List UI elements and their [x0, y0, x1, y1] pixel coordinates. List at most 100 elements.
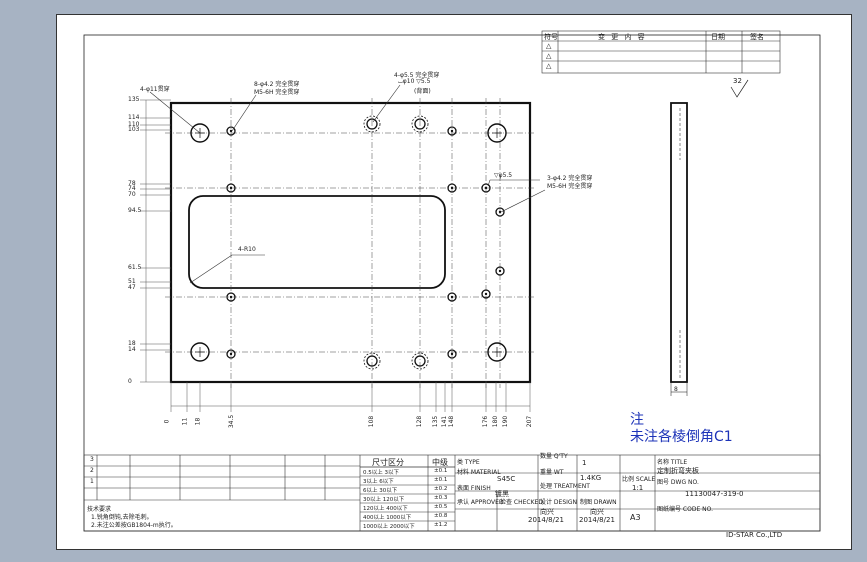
tol-size-4: 120以上 400以下	[363, 506, 408, 512]
tol-size-1: 3以上 6以下	[363, 479, 394, 485]
bottom-dim-8: 148	[448, 415, 456, 428]
tb-qty-value: 1	[582, 459, 587, 467]
bottom-dim-6: 135	[432, 415, 440, 428]
tol-value-6: ±1.2	[434, 522, 448, 528]
tb-design-label: 设计 DESIGN	[540, 499, 578, 506]
callout-side-3: M5-6H 完全贯穿	[547, 183, 593, 190]
bottom-dim-12: 207	[526, 415, 534, 428]
drawing-notes: 注 未注各棱倒角C1	[630, 412, 733, 446]
tol-value-4: ±0.5	[434, 504, 448, 510]
tb-scale-value: 1:1	[632, 484, 644, 492]
left-dim-13: 0	[128, 378, 132, 385]
tb-checked: 检查 CHECKED	[500, 499, 543, 506]
drawing-viewport: 符号 变 更 内 容 日期 签名 △ △ △ 32 4-φ11贯穿 8-φ4.2…	[0, 0, 867, 562]
bottom-dim-11: 190	[502, 415, 510, 428]
tol-size-6: 1000以上 2000以下	[363, 524, 415, 530]
callout-radius: 4-R10	[238, 246, 256, 253]
tb-finish-label: 表面 FINISH	[457, 485, 491, 492]
bottom-dim-3: 34.5	[228, 414, 236, 429]
left-dim-8: 61.5	[128, 264, 142, 271]
left-dim-1: 114	[128, 114, 140, 121]
tapped-hole-center	[498, 210, 502, 214]
tb-title-value: 定制折弯夹板	[657, 467, 699, 475]
tapped-hole-center	[498, 269, 502, 273]
callout-side-1: ▽φ5.5	[494, 172, 513, 179]
tb-treatment-label: 处理 TREATMENT	[540, 483, 590, 490]
row-number-2: 2	[90, 467, 94, 474]
bottom-dim-5: 128	[416, 415, 424, 428]
roughness-value: 32	[733, 77, 742, 85]
tb-drawn-date: 2014/8/21	[579, 516, 615, 524]
note-chamfer: 未注各棱倒角C1	[630, 429, 733, 445]
tb-code-label: 图纸编号 CODE NO.	[657, 506, 714, 513]
left-dim-12: 14	[128, 346, 136, 353]
hole-group	[190, 115, 507, 370]
bottom-dimension-lines	[170, 382, 531, 412]
left-dim-7: 94.5	[128, 207, 142, 214]
tb-material-label: 材料 MATERIAL	[457, 469, 501, 476]
rev-col-date: 日期	[711, 33, 725, 41]
tapped-hole-center	[484, 292, 488, 296]
tb-type-label: 类 TYPE	[457, 459, 480, 466]
tol-size-3: 30以上 120以下	[363, 497, 405, 503]
tol-header-grade: 中级	[432, 458, 448, 467]
bottom-dim-2: 18	[194, 417, 202, 426]
tb-drawn-label: 制图 DRAWN	[580, 499, 617, 506]
bottom-dim-7: 141	[441, 415, 449, 428]
center-lines	[165, 98, 535, 388]
tapped-hole-center	[484, 186, 488, 190]
tb-design-date: 2014/8/21	[528, 516, 564, 524]
tol-size-5: 400以上 1000以下	[363, 515, 412, 521]
left-dim-0: 135	[128, 96, 140, 103]
bottom-dim-10: 180	[492, 415, 500, 428]
rev-row-1: △	[546, 42, 552, 50]
tapped-hole-center	[450, 352, 454, 356]
tol-value-3: ±0.3	[434, 495, 448, 501]
tol-value-1: ±0.1	[434, 477, 448, 483]
left-dim-10: 47	[128, 284, 136, 291]
tol-value-0: ±0.1	[434, 468, 448, 474]
tol-value-5: ±0.8	[434, 513, 448, 519]
tech-req-2: 2.未注公差按GB1804-m执行。	[91, 522, 177, 529]
row-number-3: 3	[90, 456, 94, 463]
side-thickness-dim: 8	[674, 386, 678, 393]
bottom-dim-9: 176	[482, 415, 490, 428]
tb-dwg-label: 图号 DWG NO.	[657, 479, 699, 486]
tol-size-2: 6以上 30以下	[363, 488, 398, 494]
tapped-hole-center	[229, 129, 233, 133]
tb-size-value: A3	[630, 513, 641, 522]
tapped-hole-center	[450, 129, 454, 133]
callout-cbore-3: (背面)	[414, 88, 431, 95]
callout-tap-2: M5-6H 完全贯穿	[254, 89, 300, 96]
tb-scale-label: 比例 SCALE	[622, 476, 656, 483]
rev-col-content: 变 更 内 容	[598, 33, 647, 41]
callout-cbore-2: ⌴φ10 ▽5.5	[398, 78, 431, 85]
plate-outline	[169, 101, 532, 384]
bottom-dim-4: 108	[368, 415, 376, 428]
left-dim-6: 70	[128, 191, 136, 198]
row-number-1: 1	[90, 478, 94, 485]
rev-row-2: △	[546, 52, 552, 60]
bottom-dim-0: 0	[163, 419, 171, 424]
tol-size-0: 0.5以上 3以下	[363, 470, 399, 476]
left-dim-3: 103	[128, 126, 140, 133]
revision-table	[541, 30, 781, 74]
tapped-hole-center	[450, 186, 454, 190]
tb-approved: 承认 APPROVED	[457, 499, 504, 506]
bottom-dim-1: 11	[181, 417, 189, 426]
rev-col-sign: 签名	[750, 33, 764, 41]
tb-qty-label: 数量 Q'TY	[540, 453, 568, 460]
left-dimension-lines	[140, 99, 171, 383]
side-view	[670, 102, 688, 396]
tb-dwg-value: 11130047-319-0	[685, 490, 744, 498]
note-title: 注	[630, 412, 644, 428]
callout-bolt-holes: 4-φ11贯穿	[140, 86, 170, 93]
tb-material-value: S45C	[497, 475, 516, 483]
rev-row-3: △	[546, 62, 552, 70]
tb-weight-label: 重量 WT	[540, 469, 564, 476]
tol-header-size: 尺寸区分	[372, 458, 404, 467]
tapped-hole-center	[450, 295, 454, 299]
tb-title-label: 名称 TITLE	[657, 459, 688, 466]
tapped-hole-center	[229, 186, 233, 190]
tb-company: ID-STAR Co.,LTD	[726, 531, 783, 539]
